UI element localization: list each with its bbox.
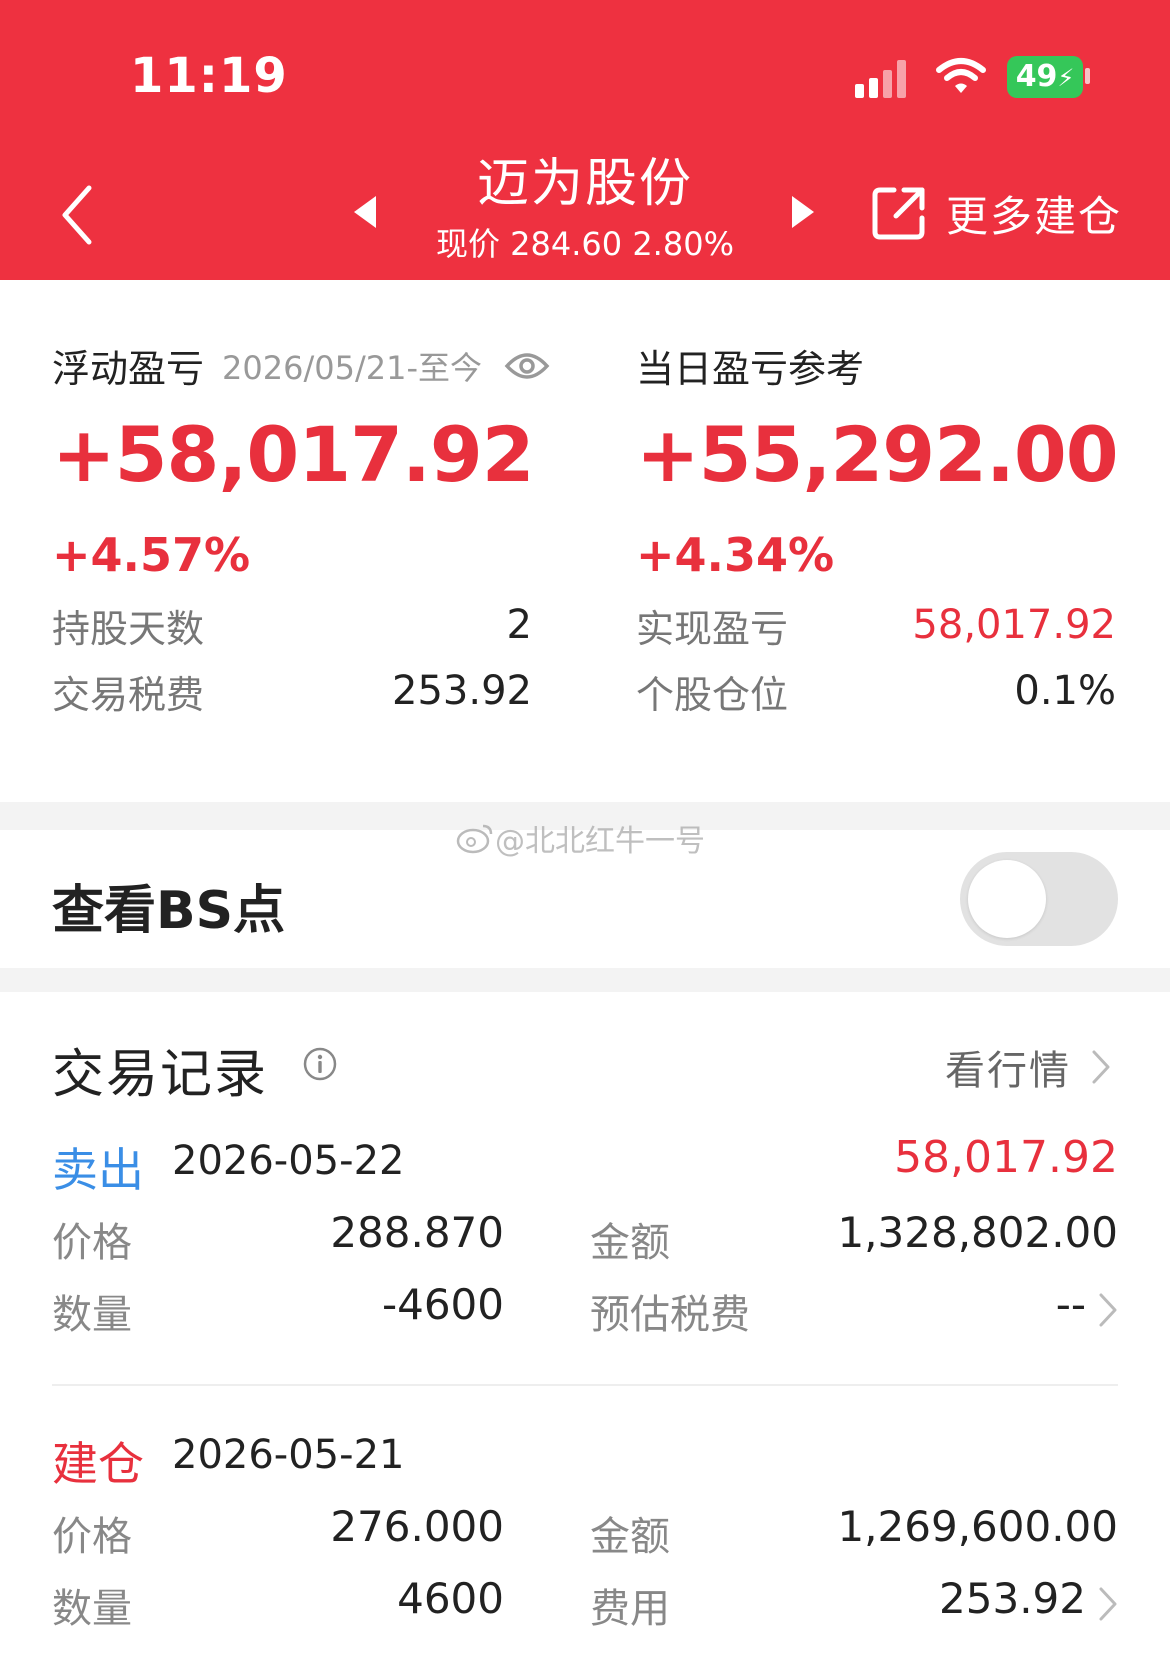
- wifi-icon: [936, 58, 986, 93]
- trade-row-qty-fee: 数量 4600 费用 253.92: [52, 1566, 1118, 1636]
- trade-tax-row: 交易税费 253.92: [52, 660, 532, 722]
- quantity-label: 数量: [52, 1586, 132, 1632]
- price-value: 288.870: [330, 1208, 504, 1257]
- daily-pnl-header: 当日盈亏参考: [636, 338, 864, 393]
- floating-pnl-header: 浮动盈亏 2026/05/21-至今: [52, 338, 550, 393]
- back-arrow-icon[interactable]: [55, 180, 105, 250]
- header: 11:19 49⚡ 迈为股份 现价 284.60 2.80% 更多建仓: [0, 0, 1170, 280]
- bs-points-toggle[interactable]: [960, 852, 1118, 946]
- stock-title: 迈为股份 现价 284.60 2.80%: [385, 150, 785, 266]
- daily-pnl-percent: +4.34%: [636, 528, 835, 582]
- fee-label: 费用: [590, 1586, 670, 1632]
- watermark-text: @北北红牛一号: [495, 824, 705, 859]
- next-stock-icon[interactable]: [786, 192, 820, 232]
- holding-days-row: 持股天数 2: [52, 594, 532, 656]
- position-ratio-value: 0.1%: [1014, 668, 1116, 714]
- floating-pnl-value: +58,017.92: [52, 410, 535, 499]
- battery-cap: [1085, 68, 1090, 84]
- amount-value: 1,328,802.00: [837, 1208, 1118, 1257]
- trade-row-price-amount: 价格 288.870 金额 1,328,802.00: [52, 1200, 1118, 1270]
- daily-pnl-value: +55,292.00: [636, 410, 1119, 499]
- realized-pnl-value: 58,017.92: [912, 602, 1116, 648]
- quantity-value: -4600: [381, 1280, 504, 1329]
- status-time: 11:19: [130, 48, 288, 104]
- floating-pnl-percent: +4.57%: [52, 528, 251, 582]
- section-gap: [0, 968, 1170, 992]
- more-position-label: 更多建仓: [946, 191, 1123, 241]
- info-icon[interactable]: [302, 1046, 338, 1082]
- external-link-icon: [872, 187, 925, 240]
- daily-pnl-label: 当日盈亏参考: [636, 347, 865, 391]
- holding-days-value: 2: [506, 602, 532, 648]
- price-label: 价格: [52, 1514, 132, 1560]
- position-ratio-label: 个股仓位: [636, 672, 789, 717]
- chevron-right-icon[interactable]: [1098, 1292, 1118, 1328]
- signal-icon: [855, 58, 915, 98]
- trade-type-sell: 卖出: [52, 1143, 144, 1197]
- trade-records-title: 交易记录: [52, 1045, 269, 1105]
- toggle-knob: [968, 860, 1046, 938]
- trade-records-section: 交易记录 看行情 卖出 2026-05-22 58,017.92 价格 288.…: [0, 992, 1170, 1676]
- eye-icon[interactable]: [504, 350, 550, 382]
- realized-pnl-label: 实现盈亏: [636, 606, 789, 651]
- amount-label: 金额: [590, 1514, 670, 1560]
- est-fee-label: 预估税费: [590, 1292, 750, 1338]
- battery-icon: 49⚡: [1007, 56, 1083, 98]
- more-position-button[interactable]: 更多建仓: [870, 178, 1122, 248]
- stock-name: 迈为股份: [476, 154, 693, 214]
- trade-date: 2026-05-21: [172, 1432, 405, 1478]
- trade-date: 2026-05-22: [172, 1138, 405, 1184]
- trade-header: 卖出 2026-05-22 58,017.92: [52, 1128, 1118, 1198]
- watermark: @北北红牛一号: [455, 816, 705, 860]
- amount-label: 金额: [590, 1220, 670, 1266]
- bs-points-label: 查看BS点: [52, 881, 286, 941]
- record-divider: [52, 1384, 1118, 1386]
- battery-level: 49: [1015, 59, 1058, 94]
- floating-pnl-label: 浮动盈亏: [52, 347, 205, 391]
- prev-stock-icon[interactable]: [348, 192, 382, 232]
- chevron-right-icon: [1092, 1050, 1110, 1084]
- chevron-right-icon[interactable]: [1098, 1586, 1118, 1622]
- trade-row-price-amount: 价格 276.000 金额 1,269,600.00: [52, 1494, 1118, 1564]
- price-label: 价格: [52, 1220, 132, 1266]
- realized-pnl-row: 实现盈亏 58,017.92: [636, 594, 1116, 656]
- trade-tax-value: 253.92: [392, 668, 532, 714]
- view-market-link[interactable]: 看行情: [945, 1038, 1111, 1096]
- trade-row-qty-fee: 数量 -4600 预估税费 --: [52, 1272, 1118, 1342]
- price-value: 276.000: [330, 1502, 504, 1551]
- floating-pnl-date-range: 2026/05/21-至今: [222, 348, 483, 387]
- trade-profit: 58,017.92: [894, 1132, 1118, 1183]
- position-ratio-row: 个股仓位 0.1%: [636, 660, 1116, 722]
- holding-days-label: 持股天数: [52, 606, 205, 651]
- fee-value[interactable]: 253.92: [752, 1574, 1086, 1623]
- pnl-summary: 浮动盈亏 2026/05/21-至今 +58,017.92 +4.57% 持股天…: [0, 280, 1170, 802]
- view-market-label: 看行情: [945, 1048, 1071, 1094]
- trade-tax-label: 交易税费: [52, 672, 205, 717]
- current-price: 现价 284.60 2.80%: [436, 225, 734, 263]
- quantity-label: 数量: [52, 1292, 132, 1338]
- est-fee-value[interactable]: --: [752, 1280, 1086, 1329]
- trade-header: 建仓 2026-05-21: [52, 1422, 1118, 1492]
- trade-type-open: 建仓: [52, 1437, 144, 1491]
- position-detail-page: 11:19 49⚡ 迈为股份 现价 284.60 2.80% 更多建仓 浮动盈亏…: [0, 0, 1170, 1676]
- weibo-icon: [456, 824, 493, 854]
- quantity-value: 4600: [397, 1574, 504, 1623]
- amount-value: 1,269,600.00: [837, 1502, 1118, 1551]
